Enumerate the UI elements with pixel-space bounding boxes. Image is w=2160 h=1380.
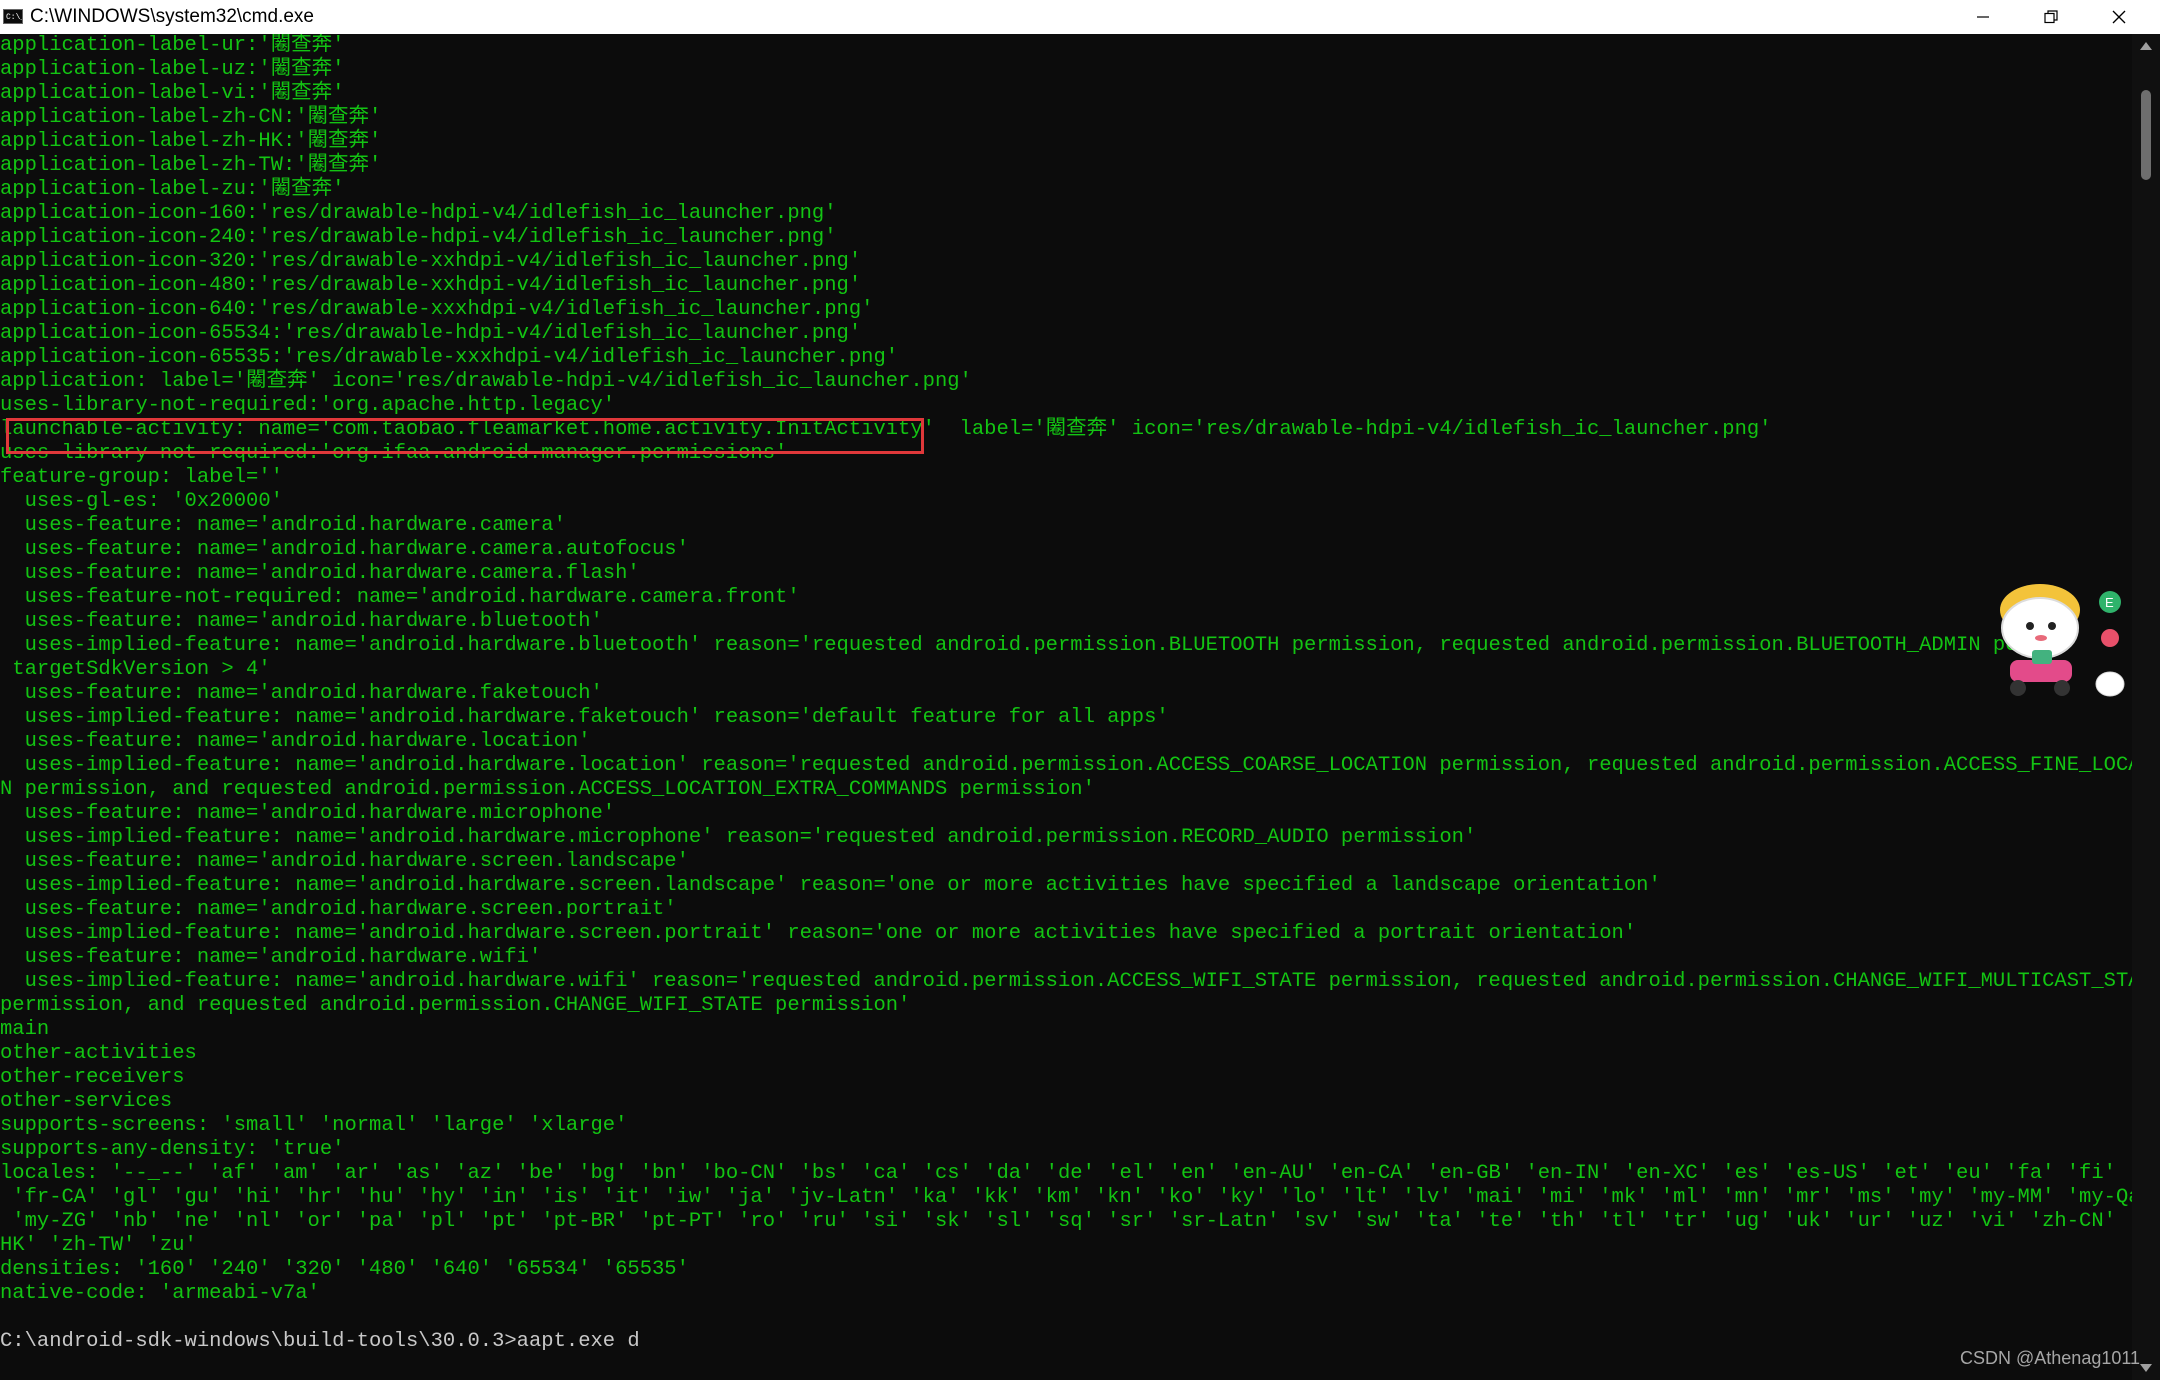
console-line: application-icon-240:'res/drawable-hdpi-… xyxy=(0,226,837,249)
console-line: application-label-zh-TW:'闂查奔' xyxy=(0,154,382,177)
console-line: uses-implied-feature: name='android.hard… xyxy=(0,634,2055,657)
console-line: application-icon-160:'res/drawable-hdpi-… xyxy=(0,202,837,225)
console-line: uses-implied-feature: name='android.hard… xyxy=(0,874,1661,897)
console-line: supports-any-density: 'true' xyxy=(0,1138,345,1161)
console-line: densities: '160' '240' '320' '480' '640'… xyxy=(0,1258,689,1281)
console-line: application-label-vi:'闂查奔' xyxy=(0,82,345,105)
console-line: main xyxy=(0,1018,50,1041)
console-line: uses-implied-feature: name='android.hard… xyxy=(0,826,1477,849)
console-line: supports-screens: 'small' 'normal' 'larg… xyxy=(0,1114,628,1137)
console-line: uses-implied-feature: name='android.hard… xyxy=(0,706,1169,729)
console-line: uses-feature: name='android.hardware.cam… xyxy=(0,562,640,585)
console-line: uses-feature: name='android.hardware.wif… xyxy=(0,946,542,969)
console-line: uses-implied-feature: name='android.hard… xyxy=(0,754,2132,777)
console-line: permission, and requested android.permis… xyxy=(0,994,911,1017)
svg-text:E: E xyxy=(2105,595,2114,610)
console-line: uses-feature: name='android.hardware.scr… xyxy=(0,898,677,921)
close-icon xyxy=(2112,10,2126,24)
console-line: other-activities xyxy=(0,1042,197,1065)
console-line: application-icon-640:'res/drawable-xxxhd… xyxy=(0,298,874,321)
vertical-scrollbar[interactable] xyxy=(2132,34,2160,1380)
console-line: application-icon-480:'res/drawable-xxhdp… xyxy=(0,274,862,297)
window-title: C:\WINDOWS\system32\cmd.exe xyxy=(30,6,314,27)
console-line: application-label-zh-HK:'闂查奔' xyxy=(0,130,382,153)
console-line: uses-feature: name='android.hardware.cam… xyxy=(0,514,566,537)
console-line: application-icon-65535:'res/drawable-xxx… xyxy=(0,346,899,369)
restore-icon xyxy=(2044,10,2058,24)
console-line: uses-library-not-required:'org.ifaa.andr… xyxy=(0,442,788,465)
cartoon-mascot-sticker-icon: E xyxy=(2000,584,2125,697)
console-line: 'fr-CA' 'gl' 'gu' 'hi' 'hr' 'hu' 'hy' 'i… xyxy=(0,1186,2132,1209)
console-line: application-label-zh-CN:'闂查奔' xyxy=(0,106,382,129)
cmd-app-icon[interactable]: C:\_ xyxy=(3,9,23,24)
command-prompt-line: C:\android-sdk-windows\build-tools\30.0.… xyxy=(0,1330,640,1353)
console-line: uses-gl-es: '0x20000' xyxy=(0,490,283,513)
title-bar[interactable]: C:\_ C:\WINDOWS\system32\cmd.exe xyxy=(0,0,2160,34)
console-line: HK' 'zh-TW' 'zu' xyxy=(0,1234,197,1257)
console-line: uses-feature: name='android.hardware.mic… xyxy=(0,802,616,825)
console-line: targetSdkVersion > 4' xyxy=(0,658,271,681)
console-line: uses-feature: name='android.hardware.loc… xyxy=(0,730,591,753)
close-button[interactable] xyxy=(2086,0,2152,34)
minimize-button[interactable] xyxy=(1950,0,2016,34)
scroll-down-arrow-icon[interactable] xyxy=(2140,1364,2152,1372)
console-line: feature-group: label='' xyxy=(0,466,283,489)
console-line: N permission, and requested android.perm… xyxy=(0,778,1095,801)
console-line: uses-feature: name='android.hardware.fak… xyxy=(0,682,603,705)
console-line: other-receivers xyxy=(0,1066,185,1089)
console-output[interactable]: application-label-ur:'闂查奔' application-la… xyxy=(0,34,2132,1380)
console-line: application-label-ur:'闂查奔' xyxy=(0,34,345,57)
restore-button[interactable] xyxy=(2018,0,2084,34)
console-line: other-services xyxy=(0,1090,173,1113)
console-line: launchable-activity: name='com.taobao.fl… xyxy=(0,418,1772,441)
watermark: CSDN @Athenag1011 xyxy=(1960,1348,2141,1368)
scrollbar-thumb[interactable] xyxy=(2141,90,2151,180)
console-line: uses-feature: name='android.hardware.scr… xyxy=(0,850,689,873)
console-line: uses-feature: name='android.hardware.cam… xyxy=(0,538,689,561)
console-line: uses-implied-feature: name='android.hard… xyxy=(0,970,2132,993)
scroll-up-arrow-icon[interactable] xyxy=(2140,42,2152,50)
console-line: application-label-zu:'闂查奔' xyxy=(0,178,345,201)
console-line: application-icon-65534:'res/drawable-hdp… xyxy=(0,322,862,345)
mascot-sticker: E xyxy=(1982,580,2132,710)
minimize-icon xyxy=(1977,16,1989,18)
console-line: uses-feature: name='android.hardware.blu… xyxy=(0,610,603,633)
console-line: locales: '--_--' 'af' 'am' 'ar' 'as' 'az… xyxy=(0,1162,2132,1185)
console-line: application-icon-320:'res/drawable-xxhdp… xyxy=(0,250,862,273)
console-line: uses-library-not-required:'org.apache.ht… xyxy=(0,394,616,417)
console-line: uses-feature-not-required: name='android… xyxy=(0,586,800,609)
console-line: 'my-ZG' 'nb' 'ne' 'nl' 'or' 'pa' 'pl' 'p… xyxy=(0,1210,2132,1233)
console-line: application-label-uz:'闂查奔' xyxy=(0,58,345,81)
console-line: native-code: 'armeabi-v7a' xyxy=(0,1282,320,1305)
console-line: application: label='闂查奔' icon='res/drawa… xyxy=(0,370,972,393)
console-line: uses-implied-feature: name='android.hard… xyxy=(0,922,1637,945)
